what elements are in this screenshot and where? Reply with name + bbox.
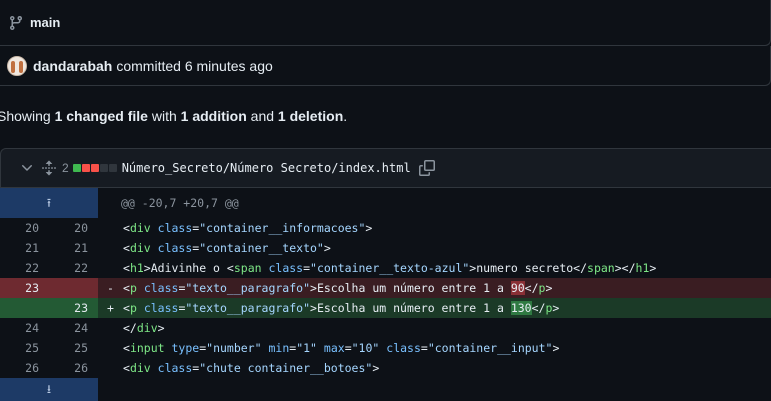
- code-line: <div class="chute container__botoes">: [123, 361, 380, 375]
- code-line: <div class="container__texto">: [123, 241, 331, 255]
- code-line: <input type="number" min="1" max="10" cl…: [123, 341, 560, 355]
- summary-with: with: [147, 108, 181, 124]
- code-line: </div>: [123, 321, 165, 335]
- diff-line: 20 20 <div class="container__informacoes…: [0, 218, 771, 238]
- file-header: 2 Número_Secreto/Número Secreto/index.ht…: [0, 148, 771, 188]
- new-line-number[interactable]: 20: [49, 218, 98, 238]
- summary-end: .: [343, 108, 348, 124]
- diff-line: 24 24 </div>: [0, 318, 771, 338]
- diff-sign: -: [107, 281, 114, 295]
- expand-up-icon[interactable]: ⭱: [41, 188, 57, 218]
- diff-line: 26 26 <div class="chute container__botoe…: [0, 358, 771, 378]
- old-line-number[interactable]: 21: [0, 238, 49, 258]
- code-line: <div class="container__informacoes">: [123, 221, 373, 235]
- unfold-icon[interactable]: [41, 160, 57, 176]
- old-line-number[interactable]: 20: [0, 218, 49, 238]
- code-line: <p class="texto__paragrafo">Escolha um n…: [123, 281, 553, 295]
- diff-summary: Showing 1 changed file with 1 addition a…: [0, 108, 768, 124]
- commit-time: committed 6 minutes ago: [116, 57, 273, 74]
- old-line-number[interactable]: 22: [0, 258, 49, 278]
- old-line-number[interactable]: [0, 298, 49, 318]
- hunk-footer-row: ⭳: [0, 378, 771, 401]
- summary-and: and: [246, 108, 278, 124]
- diff-table: ⭱ @@ -20,7 +20,7 @@ 20 20 <div class="co…: [0, 188, 771, 401]
- branch-bar: main: [0, 0, 771, 46]
- diff-sign: +: [107, 301, 114, 315]
- old-line-number[interactable]: 26: [0, 358, 49, 378]
- expand-down-icon[interactable]: ⭳: [41, 378, 57, 401]
- new-line-number[interactable]: 24: [49, 318, 98, 338]
- git-branch-icon: [9, 15, 22, 30]
- expand-up-gutter[interactable]: ⭱: [0, 188, 98, 218]
- code-line: <h1>Adivinhe o <span class="container__t…: [123, 261, 657, 275]
- code-line: <p class="texto__paragrafo">Escolha um n…: [123, 301, 560, 315]
- expand-down-gutter[interactable]: ⭳: [0, 378, 98, 401]
- commit-info: dandarabah committed 6 minutes ago: [0, 46, 771, 86]
- chevron-down-icon[interactable]: [19, 160, 35, 176]
- diffstat-block: [108, 164, 117, 172]
- summary-prefix: Showing: [0, 108, 55, 124]
- diff-line: 25 25 <input type="number" min="1" max="…: [0, 338, 771, 358]
- diffstat-block: [99, 164, 108, 172]
- new-line-number[interactable]: 26: [49, 358, 98, 378]
- added-line: 23 + <p class="texto__paragrafo">Escolha…: [0, 298, 771, 318]
- new-line-number[interactable]: [49, 278, 98, 298]
- diff-line: 22 22 <h1>Adivinhe o <span class="contai…: [0, 258, 771, 278]
- diffstat-block: [81, 164, 90, 172]
- old-line-number[interactable]: 25: [0, 338, 49, 358]
- summary-files: 1 changed file: [54, 108, 148, 124]
- avatar[interactable]: [7, 55, 27, 76]
- summary-additions: 1 addition: [180, 108, 247, 124]
- diff-line: 21 21 <div class="container__texto">: [0, 238, 771, 258]
- new-line-number[interactable]: 25: [49, 338, 98, 358]
- old-line-number[interactable]: 24: [0, 318, 49, 338]
- change-count: 2: [62, 161, 69, 175]
- copy-icon[interactable]: [418, 160, 435, 176]
- branch-name[interactable]: main: [30, 15, 60, 30]
- hunk-header-row: ⭱ @@ -20,7 +20,7 @@: [0, 188, 771, 218]
- commit-author[interactable]: dandarabah: [33, 58, 112, 74]
- diffstat-block: [72, 164, 81, 172]
- hunk-header: @@ -20,7 +20,7 @@: [121, 196, 239, 210]
- old-line-number[interactable]: 23: [0, 278, 49, 298]
- diffstat: [72, 164, 118, 172]
- new-line-number[interactable]: 22: [49, 258, 98, 278]
- deleted-line: 23 - <p class="texto__paragrafo">Escolha…: [0, 278, 771, 298]
- new-line-number[interactable]: 21: [49, 238, 98, 258]
- new-line-number[interactable]: 23: [49, 298, 98, 318]
- file-path[interactable]: Número_Secreto/Número Secreto/index.html: [122, 161, 411, 175]
- summary-deletions: 1 deletion: [277, 108, 344, 124]
- diffstat-block: [90, 164, 99, 172]
